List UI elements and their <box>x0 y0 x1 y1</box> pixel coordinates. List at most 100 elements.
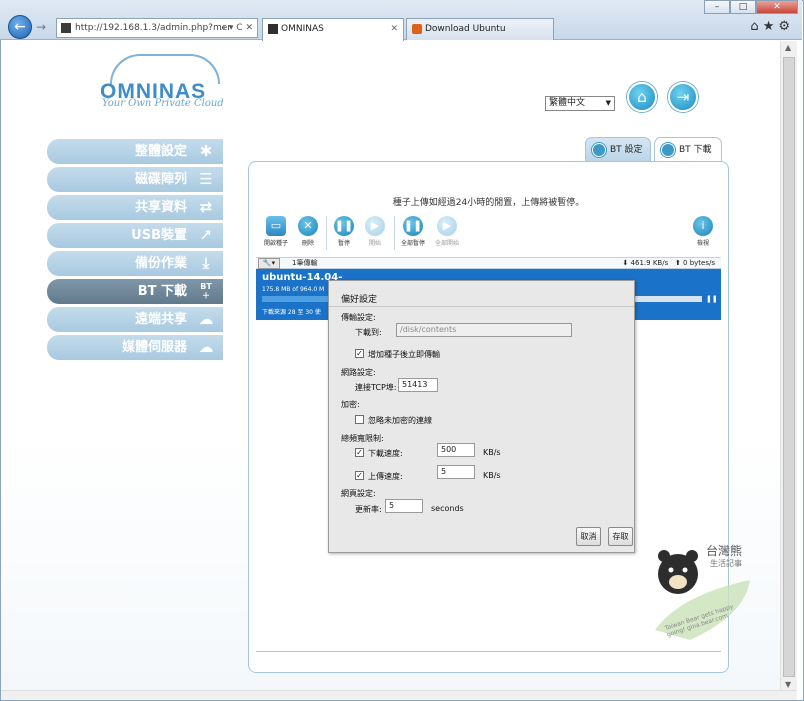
forward-button[interactable]: → <box>36 20 46 34</box>
sidebar-item-backup[interactable]: 備份作業 ⤓ <box>47 251 223 276</box>
port-field[interactable]: 51413 <box>398 378 438 392</box>
tab-label: OMNINAS <box>281 24 324 34</box>
scroll-thumb[interactable] <box>783 57 795 677</box>
tab-label: Download Ubuntu <box>425 24 506 34</box>
encryption-heading: 加密: <box>341 400 360 409</box>
start-on-add-checkbox[interactable]: ✓ <box>355 349 364 358</box>
bt-download-icon <box>661 143 675 157</box>
sidebar-item-bt-download[interactable]: BT 下載 BT ＋ <box>47 279 223 304</box>
upload-limit-unit: KB/s <box>483 471 501 480</box>
sidebar-item-system-settings[interactable]: 整體設定 ✱ <box>47 139 223 164</box>
horizontal-scrollbar[interactable] <box>1 690 797 700</box>
window-controls: – □ ✕ <box>704 0 798 14</box>
scroll-down-icon[interactable]: ▼ <box>785 680 791 689</box>
sidebar-item-label: 遠端共享 <box>134 312 187 327</box>
logout-button[interactable]: ⇥ <box>668 82 698 112</box>
delete-icon: ✕ <box>298 216 318 236</box>
tools-icon: ✱ <box>199 142 213 160</box>
toolbar-label: 開啟種子 <box>263 240 288 247</box>
download-limit-field[interactable]: 500 <box>437 443 475 457</box>
tab-bt-settings[interactable]: BT 設定 <box>585 137 651 163</box>
minimize-button[interactable]: – <box>704 0 730 14</box>
address-bar[interactable]: http://192.168.1.3/admin.php?mer ⌕ ▾ C ✕ <box>56 18 258 38</box>
download-limit-checkbox[interactable]: ✓ <box>355 448 364 457</box>
cancel-button[interactable]: 取消 <box>576 527 601 546</box>
cloud-share-icon: ☁ <box>198 310 214 328</box>
upload-speed: ⬆ 0 bytes/s <box>674 259 715 267</box>
panel-divider <box>256 651 721 652</box>
play-icon: ▶ <box>365 216 385 236</box>
play-all-icon: ▶ <box>437 216 457 236</box>
star-icon[interactable]: ★ <box>763 19 779 34</box>
sidebar-item-shared-data[interactable]: 共享資料 ⇄ <box>47 195 223 220</box>
torrent-size: 175.8 MB of 964.0 M <box>262 286 325 293</box>
pause-button[interactable]: ❚❚ 暫停 <box>329 216 359 247</box>
scroll-up-icon[interactable]: ▲ <box>785 43 791 52</box>
save-button[interactable]: 存取 <box>608 527 633 546</box>
upload-limit-field[interactable]: 5 <box>437 465 475 479</box>
watermark: 台灣熊 生活記事 Taiwan Bear gets happy going! g… <box>650 540 760 650</box>
progress-track <box>628 296 702 302</box>
chevron-down-icon: ▼ <box>605 99 611 107</box>
delete-button[interactable]: ✕ 刪除 <box>293 216 323 247</box>
download-limit-label: 下載速度: <box>368 449 403 458</box>
dialog-title-divider <box>329 306 634 307</box>
dialog-title: 偏好設定 <box>341 295 378 305</box>
close-window-button[interactable]: ✕ <box>756 0 798 14</box>
home-icon[interactable]: ⌂ <box>750 19 762 34</box>
download-speed: ⬇ 461.9 KB/s <box>622 259 669 267</box>
toolbar-divider <box>326 216 327 250</box>
start-all-button[interactable]: ▶ 全部開始 <box>432 216 462 247</box>
open-torrent-button[interactable]: ▭ 開啟種子 <box>261 216 291 247</box>
house-icon: ⌂ <box>637 88 647 106</box>
omninas-favicon-icon <box>268 24 278 34</box>
address-controls[interactable]: ⌕ ▾ C ✕ <box>221 19 253 37</box>
tab-label: BT 下載 <box>679 145 712 155</box>
tab-download-ubuntu[interactable]: Download Ubuntu <box>406 18 554 40</box>
idle-notice: 種子上傳如經過24小時的閒置，上傳將被暫停。 <box>392 198 585 208</box>
close-tab-icon[interactable]: ✕ <box>390 19 398 39</box>
watermark-subtitle: 生活記事 <box>710 559 742 568</box>
sidebar-item-media-server[interactable]: 媒體伺服器 ☁ <box>47 335 223 360</box>
pause-all-button[interactable]: ❚❚ 全部暫停 <box>398 216 428 247</box>
bt-settings-icon <box>592 143 606 157</box>
browser-toolbar-icons: ⌂★⚙ <box>750 19 794 34</box>
torrent-pause-icon[interactable]: ❚❚ <box>706 295 718 304</box>
maximize-button[interactable]: □ <box>730 0 756 14</box>
pause-icon: ❚❚ <box>334 216 354 236</box>
sidebar-item-disk-array[interactable]: 磁碟陣列 ☰ <box>47 167 223 192</box>
download-limit-unit: KB/s <box>483 448 501 457</box>
share-arrows-icon: ⇄ <box>199 198 213 216</box>
gear-icon[interactable]: ⚙ <box>778 19 794 34</box>
ignore-unencrypted-checkbox[interactable] <box>355 415 364 424</box>
tab-label: BT 設定 <box>610 145 643 155</box>
logo-tagline: Your Own Private Cloud <box>102 98 224 109</box>
sidebar-item-label: 整體設定 <box>134 144 187 159</box>
back-button[interactable]: ← <box>8 15 32 39</box>
language-value: 繁體中文 <box>549 98 586 108</box>
sidebar-item-label: 備份作業 <box>134 256 187 271</box>
refresh-rate-label: 更新率: <box>355 505 382 514</box>
port-label: 連接TCP埠: <box>355 383 397 392</box>
start-button[interactable]: ▶ 開始 <box>360 216 390 247</box>
settings-menu-button[interactable]: 🔧▾ <box>258 258 280 269</box>
sidebar-item-usb-devices[interactable]: USB裝置 ⭧ <box>47 223 223 248</box>
download-to-field[interactable]: /disk/contents <box>396 323 572 337</box>
bt-icon-text: BT <box>200 282 212 291</box>
upload-limit-label: 上傳速度: <box>368 472 403 481</box>
tab-bt-download[interactable]: BT 下載 <box>654 137 722 164</box>
sidebar-item-remote-share[interactable]: 遠端共享 ☁ <box>47 307 223 332</box>
open-folder-icon: ▭ <box>266 216 286 236</box>
transfer-speeds: ⬇ 461.9 KB/s ⬆ 0 bytes/s <box>622 258 715 269</box>
download-to-label: 下載到: <box>355 328 382 337</box>
toolbar-divider <box>394 216 395 250</box>
tab-omninas[interactable]: OMNINAS ✕ <box>262 18 404 41</box>
page-icon <box>61 23 71 33</box>
vertical-scrollbar[interactable]: ▲ ▼ <box>780 41 797 691</box>
home-button[interactable]: ⌂ <box>627 82 657 112</box>
inspect-button[interactable]: i 檢視 <box>688 216 718 247</box>
refresh-rate-field[interactable]: 5 <box>385 499 423 513</box>
web-heading: 網頁設定: <box>341 489 376 498</box>
language-select[interactable]: 繁體中文 ▼ <box>545 96 615 111</box>
upload-limit-checkbox[interactable]: ✓ <box>355 471 364 480</box>
